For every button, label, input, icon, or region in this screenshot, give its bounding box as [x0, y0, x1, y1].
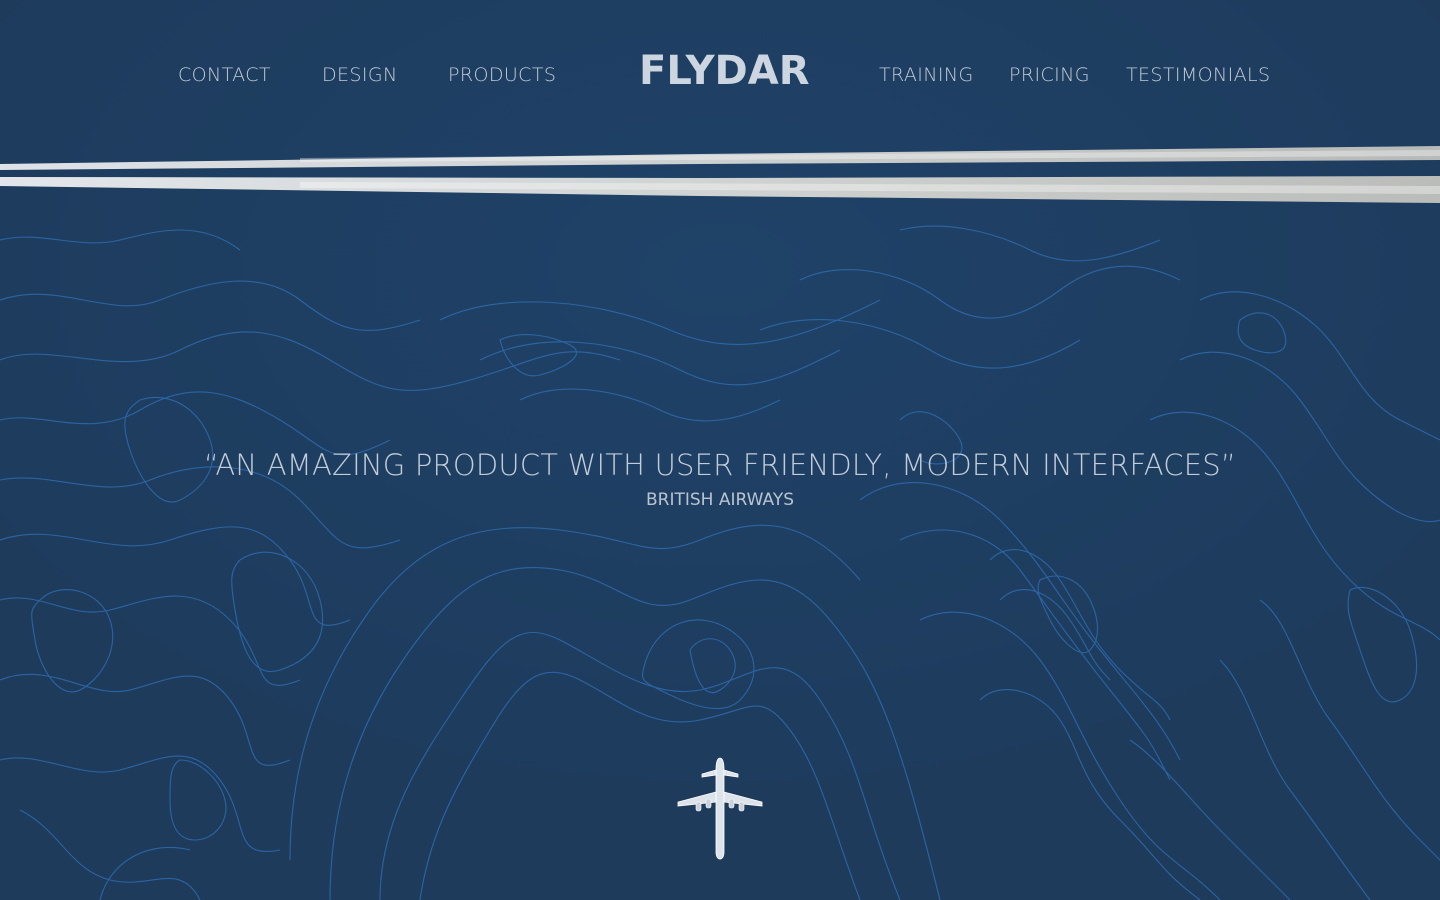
testimonial-quote: “AN AMAZING PRODUCT WITH USER FRIENDLY, … — [203, 448, 1237, 482]
nav-pricing[interactable]: PRICING — [1009, 64, 1090, 86]
nav-training[interactable]: TRAINING — [879, 64, 974, 86]
nav-products[interactable]: PRODUCTS — [448, 64, 556, 86]
nav-design[interactable]: DESIGN — [322, 64, 398, 86]
airplane-icon — [677, 757, 763, 860]
testimonial-source: BRITISH AIRWAYS — [646, 490, 794, 510]
nav-testimonials[interactable]: TESTIMONIALS — [1126, 64, 1271, 86]
nav-contact[interactable]: CONTACT — [178, 64, 271, 86]
brand-logo[interactable]: FLYDAR — [639, 48, 810, 94]
